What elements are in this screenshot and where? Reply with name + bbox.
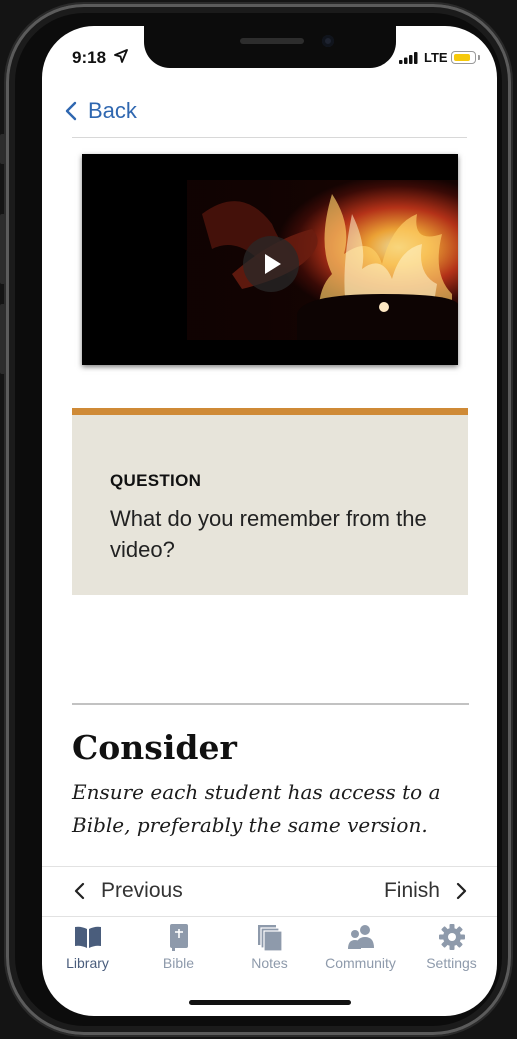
finish-button[interactable]: Finish	[384, 879, 467, 903]
status-time: 9:18	[72, 48, 107, 67]
home-indicator	[189, 1000, 351, 1005]
tab-bible-label: Bible	[162, 955, 195, 971]
camera	[322, 35, 334, 47]
notch	[144, 26, 396, 68]
play-icon	[265, 254, 281, 274]
tab-library[interactable]: Library	[42, 916, 133, 976]
speaker	[240, 38, 304, 44]
tab-settings[interactable]: Settings	[406, 916, 497, 976]
play-button[interactable]	[243, 236, 299, 292]
network-type: LTE	[424, 50, 448, 65]
tab-library-label: Library	[66, 955, 109, 971]
previous-label: Previous	[101, 879, 183, 902]
volume-down-button	[0, 304, 6, 374]
tab-notes-label: Notes	[251, 955, 288, 971]
tab-bible[interactable]: Bible	[133, 916, 224, 976]
battery-cap	[478, 55, 480, 60]
section-divider	[72, 703, 469, 705]
battery-icon	[451, 51, 476, 64]
video-player[interactable]	[82, 154, 458, 365]
question-card: QUESTION What do you remember from the v…	[72, 408, 468, 595]
book-icon	[74, 926, 101, 948]
back-label: Back	[88, 98, 137, 123]
volume-up-button	[0, 214, 6, 284]
mute-switch	[0, 134, 6, 164]
lesson-pager: Previous Finish	[42, 866, 497, 917]
previous-button[interactable]: Previous	[74, 879, 183, 903]
chevron-left-icon	[65, 101, 77, 121]
finish-label: Finish	[383, 879, 440, 902]
chevron-right-icon	[456, 882, 467, 900]
tab-notes[interactable]: Notes	[224, 916, 315, 976]
tab-community[interactable]: Community	[315, 916, 406, 976]
back-button[interactable]: Back	[64, 98, 137, 124]
gear-icon	[438, 924, 465, 950]
consider-body: Ensure each student has access to a Bibl…	[72, 780, 441, 837]
location-arrow-icon	[114, 49, 128, 63]
tab-bar: Library Bible Notes Community Settings	[42, 916, 497, 976]
chevron-left-icon	[74, 882, 85, 900]
signal-icon	[399, 52, 418, 64]
phone-frame: 9:18 LTE Back QUESTION What do you remem…	[0, 4, 511, 1035]
screen: 9:18 LTE Back QUESTION What do you remem…	[42, 26, 497, 1016]
community-icon	[347, 925, 374, 949]
question-label: QUESTION	[110, 471, 202, 490]
tab-settings-label: Settings	[426, 955, 477, 971]
tab-community-label: Community	[325, 955, 396, 971]
question-text: What do you remember from the video?	[110, 506, 427, 562]
header-divider	[72, 137, 467, 138]
notes-icon	[257, 925, 283, 952]
bible-icon	[169, 924, 188, 951]
consider-title: Consider	[72, 728, 237, 767]
